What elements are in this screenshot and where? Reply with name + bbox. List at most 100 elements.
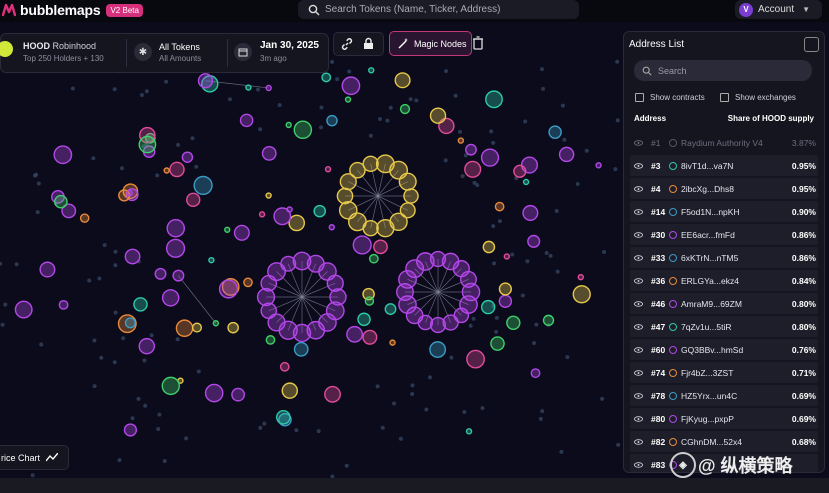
small-holder-dot[interactable] [491,140,496,145]
eye-icon[interactable] [634,139,643,146]
small-holder-dot[interactable] [175,337,180,342]
address-row[interactable]: #14 F5od1N...npKH 0.90% [630,201,818,222]
small-holder-dot[interactable] [541,86,546,91]
holder-bubble[interactable] [239,113,254,128]
address-row[interactable]: #30 EE6acr...fmFd 0.86% [630,224,818,245]
holder-bubble[interactable] [154,267,167,280]
holder-bubble[interactable] [279,361,290,372]
cluster-bubble[interactable] [398,172,417,191]
row-address[interactable]: 6xKTrN...nTM5 [681,253,792,263]
eye-icon[interactable] [634,323,643,330]
small-holder-dot[interactable] [144,89,149,94]
holder-bubble[interactable] [161,376,181,396]
small-holder-dot[interactable] [497,219,502,224]
holder-bubble[interactable] [548,125,562,139]
holder-bubble[interactable] [193,175,213,196]
small-holder-dot[interactable] [149,333,154,338]
holder-bubble[interactable] [503,253,511,260]
small-holder-dot[interactable] [538,416,543,421]
holder-bubble[interactable] [346,325,363,343]
holder-bubble[interactable] [191,322,203,333]
row-address[interactable]: Fjr4bZ...3ZST [681,368,792,378]
expand-icon[interactable] [804,37,819,52]
small-holder-dot[interactable] [491,224,496,229]
magic-nodes-button[interactable]: Magic Nodes [389,31,472,56]
small-holder-dot[interactable] [368,133,373,138]
small-holder-dot[interactable] [113,310,118,315]
cluster-bubble[interactable] [376,218,395,238]
small-holder-dot[interactable] [112,360,117,365]
address-row[interactable]: #36 ERLGYa...ekz4 0.84% [630,270,818,291]
holder-bubble[interactable] [527,234,541,248]
holder-bubble[interactable] [124,248,141,265]
small-holder-dot[interactable] [113,263,118,268]
small-holder-dot[interactable] [584,148,589,153]
address-row[interactable]: #3 8ivT1d...va7N 0.95% [630,155,818,176]
address-row[interactable]: #80 FjKyug...pxpP 0.69% [630,408,818,429]
small-holder-dot[interactable] [460,174,465,179]
holder-bubble[interactable] [344,96,352,103]
small-holder-dot[interactable] [562,137,567,142]
small-holder-dot[interactable] [136,396,141,401]
row-address[interactable]: EE6acr...fmFd [681,230,792,240]
holder-bubble[interactable] [384,303,397,315]
eye-icon[interactable] [634,208,643,215]
row-address[interactable]: HZ5Yrx...un4C [681,391,792,401]
holder-bubble[interactable] [494,201,505,212]
holder-bubble[interactable] [480,299,496,315]
small-holder-dot[interactable] [462,409,467,414]
small-holder-dot[interactable] [344,463,349,468]
small-holder-dot[interactable] [471,316,476,321]
holder-bubble[interactable] [457,137,465,144]
token-title[interactable]: HOOD Robinhood [23,41,96,51]
eye-icon[interactable] [634,277,643,284]
small-holder-dot[interactable] [575,182,580,187]
small-holder-dot[interactable] [262,421,267,426]
small-holder-dot[interactable] [600,396,605,401]
small-holder-dot[interactable] [410,383,415,388]
small-holder-dot[interactable] [36,181,41,186]
address-search-input[interactable]: Search [634,60,812,81]
holder-bubble[interactable] [595,162,602,169]
holder-bubble[interactable] [273,207,292,226]
small-holder-dot[interactable] [380,425,385,430]
small-holder-dot[interactable] [117,458,122,463]
small-holder-dot[interactable] [375,384,380,389]
small-holder-dot[interactable] [113,249,118,254]
eye-icon[interactable] [634,346,643,353]
small-holder-dot[interactable] [143,403,148,408]
small-holder-dot[interactable] [385,118,390,123]
holder-bubble[interactable] [522,178,530,186]
snapshot-date[interactable]: Jan 30, 2025 [260,40,319,51]
holder-bubble[interactable] [245,84,252,91]
holder-bubble[interactable] [572,285,591,304]
holder-bubble[interactable] [169,161,185,178]
holder-bubble[interactable] [227,321,239,334]
small-holder-dot[interactable] [92,338,97,343]
trash-icon[interactable] [472,36,484,50]
holder-bubble[interactable] [261,145,277,161]
holder-bubble[interactable] [39,261,56,278]
holder-bubble[interactable] [285,121,292,129]
eye-icon[interactable] [634,461,643,468]
holder-bubble[interactable] [321,72,332,83]
holder-bubble[interactable] [218,279,239,299]
small-holder-dot[interactable] [156,427,161,432]
small-holder-dot[interactable] [258,425,263,430]
holder-bubble[interactable] [53,145,73,165]
address-row[interactable]: #1 Raydium Authority V4 3.87% [630,132,818,153]
holder-bubble[interactable] [326,114,338,127]
token-search-input[interactable]: Search Tokens (Name, Ticker, Address) [298,0,579,19]
eye-icon[interactable] [634,254,643,261]
holder-bubble[interactable] [126,189,133,197]
small-holder-dot[interactable] [330,59,335,64]
logo[interactable]: bubblemaps V2 Beta [2,2,143,18]
small-holder-dot[interactable] [520,293,525,298]
holder-bubble[interactable] [265,192,272,199]
holder-bubble[interactable] [181,151,194,163]
cluster-bubble[interactable] [326,274,344,292]
row-address[interactable]: AmraM9...69ZM [681,299,792,309]
small-holder-dot[interactable] [294,428,299,433]
row-address[interactable]: FjKyug...pxpP [681,414,792,424]
small-holder-dot[interactable] [139,92,144,97]
